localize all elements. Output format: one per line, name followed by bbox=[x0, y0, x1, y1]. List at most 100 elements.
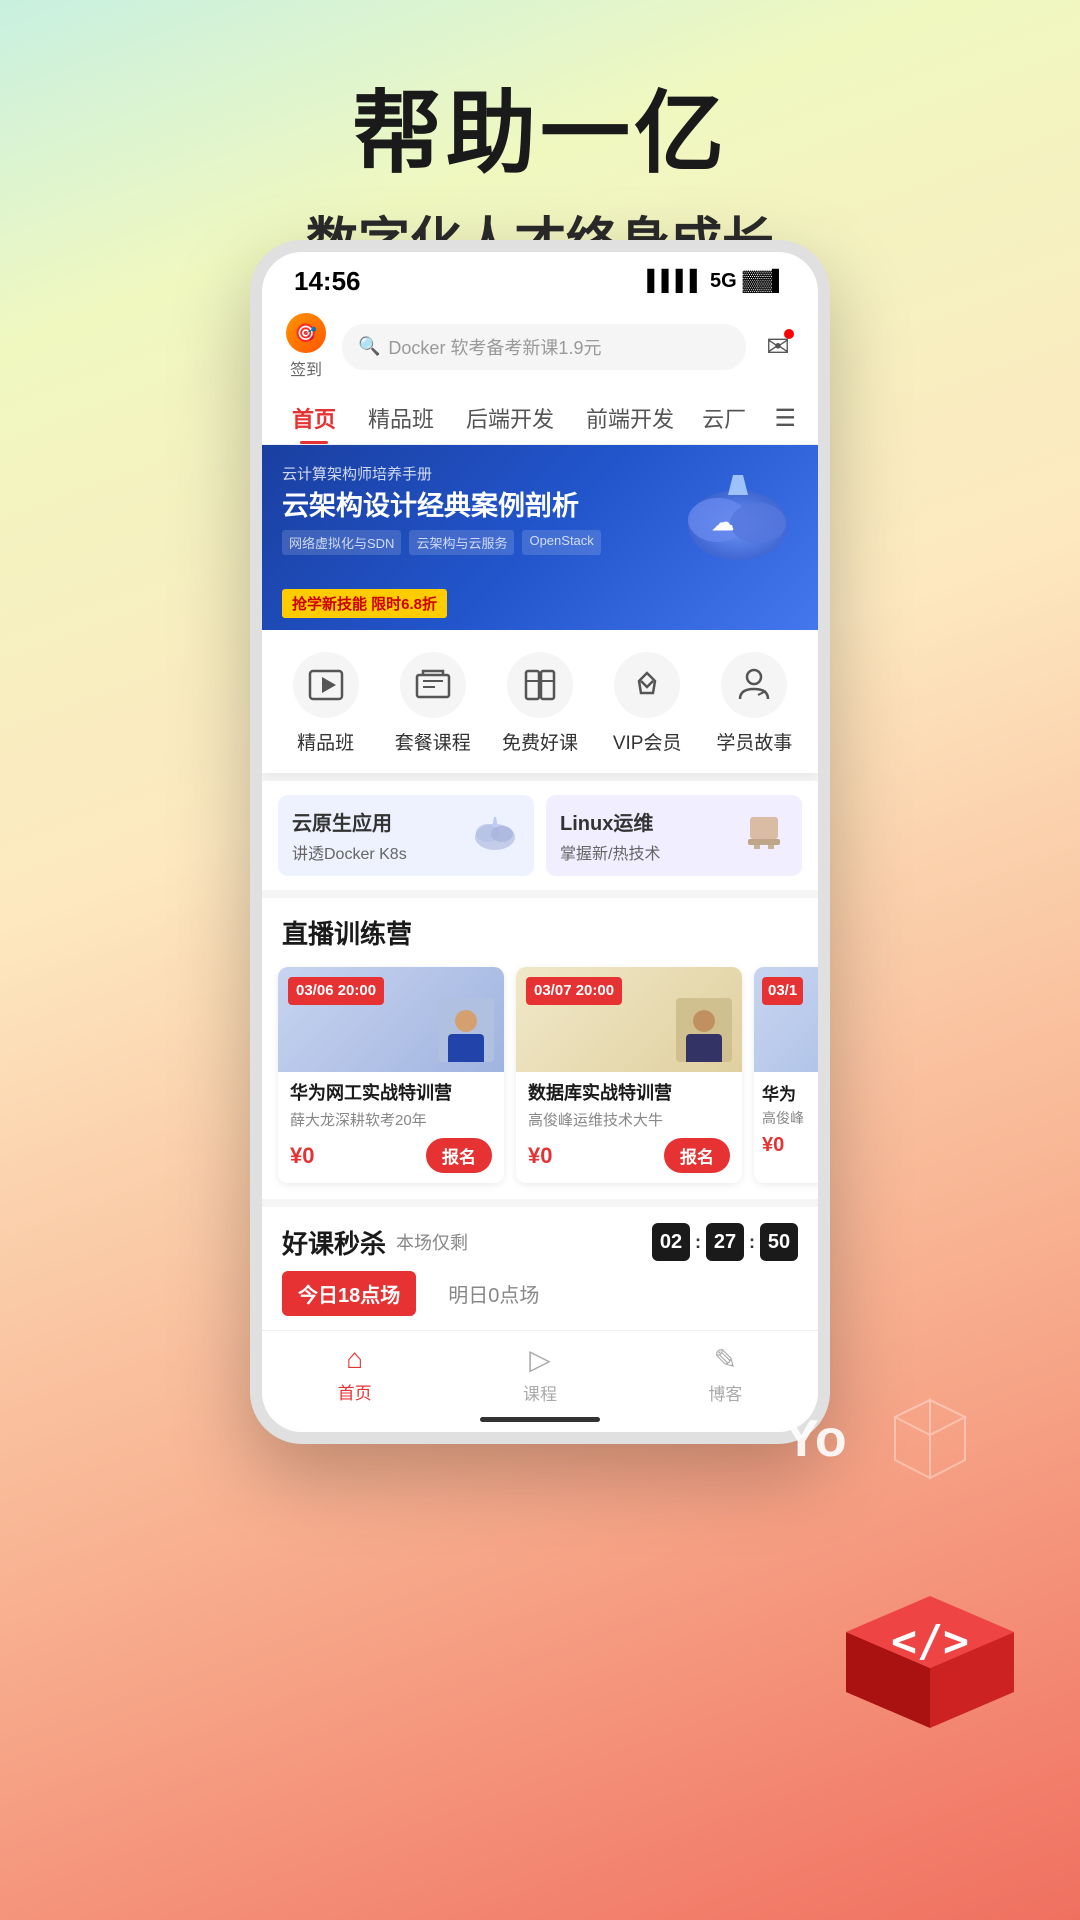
search-placeholder: Docker 软考备考新课1.9元 bbox=[388, 334, 601, 360]
red-cube-decoration: </> bbox=[810, 1500, 1050, 1740]
course-title-cloud: 云原生应用 bbox=[292, 807, 407, 836]
tab-home[interactable]: 首页 bbox=[276, 392, 352, 444]
ghost-cube-decoration bbox=[880, 1390, 980, 1490]
live-card-3[interactable]: 03/1 华为 高俊峰 ¥0 bbox=[754, 967, 818, 1183]
bottom-nav-home[interactable]: ⌂ 首页 bbox=[305, 1343, 405, 1405]
live-card-1-signup[interactable]: 报名 bbox=[426, 1138, 492, 1173]
status-time: 14:56 bbox=[294, 266, 361, 297]
bottom-nav-blog[interactable]: ✎ 博客 bbox=[675, 1343, 775, 1405]
course-sub-linux: 掌握新/热技术 bbox=[560, 840, 660, 864]
live-card-3-time-badge: 03/1 bbox=[762, 977, 803, 1005]
quick-link-vip[interactable]: VIP会员 bbox=[605, 652, 690, 755]
quick-links-card: 精品班 套餐课程 bbox=[262, 630, 818, 773]
status-icons: ▌▌▌▌ 5G ▓▓▌ bbox=[647, 270, 786, 293]
live-card-3-body: 华为 高俊峰 ¥0 bbox=[754, 1072, 818, 1165]
quick-link-label-story: 学员故事 bbox=[716, 728, 792, 755]
quick-link-story[interactable]: 学员故事 bbox=[712, 652, 797, 755]
live-card-1-author: 薛大龙深耕软考20年 bbox=[290, 1109, 492, 1130]
live-card-3-img: 03/1 bbox=[754, 967, 818, 1072]
network-label: 5G bbox=[710, 270, 737, 293]
banner[interactable]: 云计算架构师培养手册 云架构设计经典案例剖析 网络虚拟化与SDN 云架构与云服务… bbox=[262, 445, 818, 630]
quick-link-icon-story bbox=[721, 652, 787, 718]
timer-minutes: 27 bbox=[706, 1223, 744, 1261]
banner-small-label: 云计算架构师培养手册 bbox=[282, 463, 798, 484]
course-card-cloud-text: 云原生应用 讲透Docker K8s bbox=[292, 807, 407, 864]
live-card-1-title: 华为网工实战特训营 bbox=[290, 1082, 492, 1105]
live-card-2-img: 03/07 20:00 bbox=[516, 967, 742, 1072]
live-card-2-person bbox=[676, 998, 732, 1062]
quick-link-icon-free bbox=[507, 652, 573, 718]
banner-promo-badge[interactable]: 抢学新技能 限时6.8折 bbox=[282, 589, 447, 618]
tab-backend[interactable]: 后端开发 bbox=[450, 392, 570, 444]
more-icon[interactable]: ☰ bbox=[766, 394, 804, 443]
mail-button[interactable]: ✉ bbox=[756, 325, 800, 369]
banner-tag-1: 网络虚拟化与SDN bbox=[282, 530, 401, 555]
live-card-1-footer: ¥0 报名 bbox=[290, 1138, 492, 1173]
live-card-1-time-badge: 03/06 20:00 bbox=[288, 977, 384, 1005]
home-indicator bbox=[480, 1417, 600, 1422]
quick-link-icon-bundle bbox=[400, 652, 466, 718]
live-card-2-author: 高俊峰运维技术大牛 bbox=[528, 1109, 730, 1130]
nav-tabs: 首页 精品班 后端开发 前端开发 云厂 ☰ bbox=[262, 392, 818, 445]
banner-tags: 网络虚拟化与SDN 云架构与云服务 OpenStack bbox=[282, 530, 798, 555]
tab-cloud[interactable]: 云厂 bbox=[690, 392, 758, 444]
tab-frontend[interactable]: 前端开发 bbox=[570, 392, 690, 444]
yo-label: Yo bbox=[784, 1409, 847, 1469]
quick-link-icon-vip bbox=[614, 652, 680, 718]
quick-link-premium[interactable]: 精品班 bbox=[283, 652, 368, 755]
live-card-3-title: 华为 bbox=[762, 1080, 818, 1105]
quick-link-label-premium: 精品班 bbox=[297, 728, 354, 755]
battery-icon: ▓▓▌ bbox=[743, 270, 786, 293]
phone-wrapper: 14:56 ▌▌▌▌ 5G ▓▓▌ 🎯 签到 🔍 Docker 软考备考新课1.… bbox=[250, 240, 830, 1444]
banner-tag-2: 云架构与云服务 bbox=[409, 530, 514, 555]
mail-badge bbox=[784, 329, 794, 339]
app-header: 🎯 签到 🔍 Docker 软考备考新课1.9元 ✉ bbox=[262, 305, 818, 392]
timer-sep-1: : bbox=[695, 1232, 701, 1253]
svg-text:</>: </> bbox=[891, 1617, 969, 1667]
live-card-2-footer: ¥0 报名 bbox=[528, 1138, 730, 1173]
sign-icon: 🎯 bbox=[286, 313, 326, 353]
blog-nav-icon: ✎ bbox=[714, 1343, 737, 1376]
banner-title: 云架构设计经典案例剖析 bbox=[282, 490, 798, 522]
course-row: 云原生应用 讲透Docker K8s Linux运维 掌握新/热技术 bbox=[262, 781, 818, 890]
course-card-linux[interactable]: Linux运维 掌握新/热技术 bbox=[546, 795, 802, 876]
live-card-1-body: 华为网工实战特训营 薛大龙深耕软考20年 ¥0 报名 bbox=[278, 1072, 504, 1183]
live-card-1-price: ¥0 bbox=[290, 1143, 314, 1169]
status-bar: 14:56 ▌▌▌▌ 5G ▓▓▌ bbox=[262, 252, 818, 305]
cloud-icon bbox=[470, 809, 520, 863]
date-tab-today[interactable]: 今日18点场 bbox=[282, 1271, 416, 1316]
bottom-nav-course[interactable]: ▷ 课程 bbox=[490, 1343, 590, 1405]
sign-in-button[interactable]: 🎯 签到 bbox=[280, 313, 332, 380]
live-card-2-body: 数据库实战特训营 高俊峰运维技术大牛 ¥0 报名 bbox=[516, 1072, 742, 1183]
live-card-2-time-badge: 03/07 20:00 bbox=[526, 977, 622, 1005]
search-icon: 🔍 bbox=[358, 336, 380, 357]
flash-subtitle: 本场仅剩 bbox=[396, 1229, 468, 1255]
quick-link-bundle[interactable]: 套餐课程 bbox=[390, 652, 475, 755]
quick-link-icon-premium bbox=[293, 652, 359, 718]
hero-title: 帮助一亿 bbox=[0, 60, 1080, 190]
flash-timers: 02 : 27 : 50 bbox=[652, 1223, 798, 1261]
live-cards-row: 03/06 20:00 华为网工实战特训营 薛大龙深耕软考20年 ¥0 报名 bbox=[262, 959, 818, 1199]
live-card-2-price: ¥0 bbox=[528, 1143, 552, 1169]
quick-link-free[interactable]: 免费好课 bbox=[497, 652, 582, 755]
quick-link-label-free: 免费好课 bbox=[502, 728, 578, 755]
quick-link-label-vip: VIP会员 bbox=[613, 728, 682, 755]
date-tab-tomorrow[interactable]: 明日0点场 bbox=[432, 1271, 555, 1316]
signal-icon: ▌▌▌▌ bbox=[647, 270, 704, 293]
timer-hours: 02 bbox=[652, 1223, 690, 1261]
live-card-3-author: 高俊峰 bbox=[762, 1108, 818, 1128]
date-tabs: 今日18点场 明日0点场 bbox=[262, 1271, 818, 1330]
course-nav-icon: ▷ bbox=[529, 1343, 551, 1376]
search-bar[interactable]: 🔍 Docker 软考备考新课1.9元 bbox=[342, 324, 746, 370]
live-card-3-price: ¥0 bbox=[762, 1134, 818, 1157]
live-card-2[interactable]: 03/07 20:00 数据库实战特训营 高俊峰运维技术大牛 ¥0 报名 bbox=[516, 967, 742, 1183]
tab-premium[interactable]: 精品班 bbox=[352, 392, 450, 444]
live-card-1-person bbox=[438, 998, 494, 1062]
timer-seconds: 50 bbox=[760, 1223, 798, 1261]
live-card-2-signup[interactable]: 报名 bbox=[664, 1138, 730, 1173]
live-card-2-title: 数据库实战特训营 bbox=[528, 1082, 730, 1105]
live-card-1[interactable]: 03/06 20:00 华为网工实战特训营 薛大龙深耕软考20年 ¥0 报名 bbox=[278, 967, 504, 1183]
course-sub-cloud: 讲透Docker K8s bbox=[292, 840, 407, 864]
course-card-cloud[interactable]: 云原生应用 讲透Docker K8s bbox=[278, 795, 534, 876]
home-indicator-bar bbox=[262, 1411, 818, 1432]
